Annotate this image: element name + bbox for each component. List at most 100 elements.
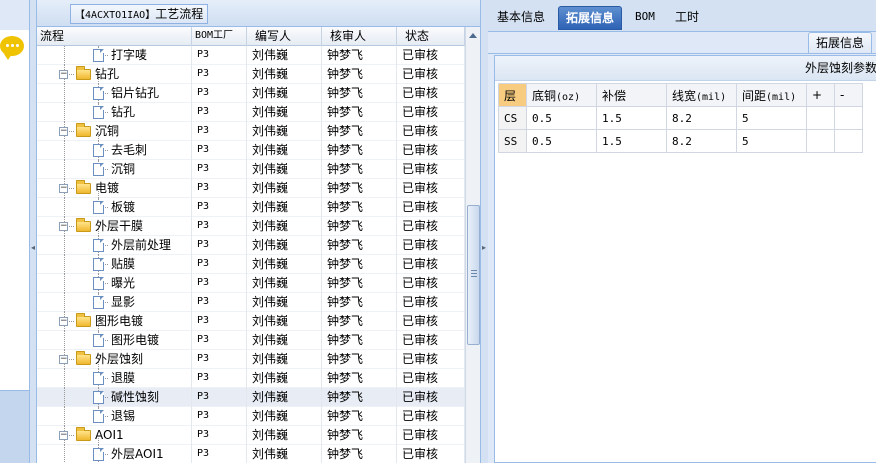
tree-node-label[interactable]: 钻孔 xyxy=(95,65,119,84)
tree-node-label[interactable]: 铝片钻孔 xyxy=(111,84,159,103)
cell-base-copper[interactable]: 0.5 xyxy=(526,106,597,130)
right-splitter[interactable]: ▸ xyxy=(480,0,488,463)
tree-node-cell[interactable]: 退锡 xyxy=(37,407,192,426)
tab-basic-info[interactable]: 基本信息 xyxy=(490,6,552,30)
cell-line-width[interactable]: 8.2 xyxy=(666,106,737,130)
collapse-toggle-icon[interactable]: − xyxy=(59,222,68,231)
tree-node-cell[interactable]: 碱性蚀刻 xyxy=(37,388,192,407)
cell-compensation[interactable]: 1.5 xyxy=(596,129,667,153)
vertical-scrollbar[interactable] xyxy=(465,27,481,463)
tree-node-label[interactable]: 外层AOI1 xyxy=(111,445,164,463)
collapse-toggle-icon[interactable]: − xyxy=(59,70,68,79)
tree-row[interactable]: − 电镀 P3 刘伟巍 钟梦飞 已审核 xyxy=(37,179,465,198)
table-row[interactable]: CS 0.5 1.5 8.2 5 xyxy=(498,106,863,130)
tree-node-label[interactable]: 外层干膜 xyxy=(95,217,143,236)
cell-compensation[interactable]: 1.5 xyxy=(596,106,667,130)
cell-spacing[interactable]: 5 xyxy=(736,106,807,130)
tree-row[interactable]: 外层AOI1 P3 刘伟巍 钟梦飞 已审核 xyxy=(37,445,465,463)
tree-row[interactable]: − 图形电镀 P3 刘伟巍 钟梦飞 已审核 xyxy=(37,312,465,331)
tree-node-label[interactable]: 去毛刺 xyxy=(111,141,147,160)
tree-node-cell[interactable]: − 外层干膜 xyxy=(37,217,192,236)
tree-node-label[interactable]: 退膜 xyxy=(111,369,135,388)
tree-node-label[interactable]: 图形电镀 xyxy=(111,331,159,350)
tree-row[interactable]: 钻孔 P3 刘伟巍 钟梦飞 已审核 xyxy=(37,103,465,122)
collapse-toggle-icon[interactable]: − xyxy=(59,431,68,440)
tree-node-cell[interactable]: − 外层蚀刻 xyxy=(37,350,192,369)
tree-row[interactable]: 板镀 P3 刘伟巍 钟梦飞 已审核 xyxy=(37,198,465,217)
tree-node-cell[interactable]: 打字唛 xyxy=(37,46,192,65)
tree-node-cell[interactable]: 图形电镀 xyxy=(37,331,192,350)
tree-row[interactable]: − 钻孔 P3 刘伟巍 钟梦飞 已审核 xyxy=(37,65,465,84)
tree-node-cell[interactable]: 去毛刺 xyxy=(37,141,192,160)
tree-row[interactable]: 碱性蚀刻 P3 刘伟巍 钟梦飞 已审核 xyxy=(37,388,465,407)
tree-row[interactable]: 铝片钻孔 P3 刘伟巍 钟梦飞 已审核 xyxy=(37,84,465,103)
tree-node-label[interactable]: 碱性蚀刻 xyxy=(111,388,159,407)
column-header-reviewer[interactable]: 核审人 xyxy=(322,27,397,46)
tree-row[interactable]: 曝光 P3 刘伟巍 钟梦飞 已审核 xyxy=(37,274,465,293)
tree-node-cell[interactable]: 外层前处理 xyxy=(37,236,192,255)
cell-base-copper[interactable]: 0.5 xyxy=(526,129,597,153)
cell-layer[interactable]: CS xyxy=(498,106,527,130)
cell-line-width[interactable]: 8.2 xyxy=(666,129,737,153)
tree-node-cell[interactable]: − AOI1 xyxy=(37,426,192,445)
tree-node-label[interactable]: 曝光 xyxy=(111,274,135,293)
tree-node-label[interactable]: 退锡 xyxy=(111,407,135,426)
tree-node-cell[interactable]: 退膜 xyxy=(37,369,192,388)
tree-node-cell[interactable]: − 图形电镀 xyxy=(37,312,192,331)
tree-node-label[interactable]: AOI1 xyxy=(95,426,124,445)
tree-node-label[interactable]: 电镀 xyxy=(95,179,119,198)
tree-row[interactable]: 图形电镀 P3 刘伟巍 钟梦飞 已审核 xyxy=(37,331,465,350)
tree-row[interactable]: 打字唛 P3 刘伟巍 钟梦飞 已审核 xyxy=(37,46,465,65)
tree-node-label[interactable]: 外层蚀刻 xyxy=(95,350,143,369)
tab-extended-info[interactable]: 拓展信息 xyxy=(558,6,623,30)
tree-node-label[interactable]: 板镀 xyxy=(111,198,135,217)
tree-row[interactable]: 沉铜 P3 刘伟巍 钟梦飞 已审核 xyxy=(37,160,465,179)
tree-node-cell[interactable]: 外层AOI1 xyxy=(37,445,192,463)
column-header-bom[interactable]: BOM工厂 xyxy=(192,27,247,46)
cell-layer[interactable]: SS xyxy=(498,129,527,153)
tree-row[interactable]: 退膜 P3 刘伟巍 钟梦飞 已审核 xyxy=(37,369,465,388)
add-column-button[interactable]: + xyxy=(806,83,835,107)
tree-row[interactable]: − 外层蚀刻 P3 刘伟巍 钟梦飞 已审核 xyxy=(37,350,465,369)
scrollbar-thumb[interactable] xyxy=(467,205,480,345)
tree-node-cell[interactable]: 铝片钻孔 xyxy=(37,84,192,103)
tree-node-cell[interactable]: 钻孔 xyxy=(37,103,192,122)
tree-row[interactable]: 退锡 P3 刘伟巍 钟梦飞 已审核 xyxy=(37,407,465,426)
column-header-flow[interactable]: 流程 xyxy=(37,27,192,46)
chat-bubble-icon[interactable] xyxy=(0,36,24,60)
collapse-toggle-icon[interactable]: − xyxy=(59,184,68,193)
collapse-toggle-icon[interactable]: − xyxy=(59,355,68,364)
tree-row[interactable]: − 沉铜 P3 刘伟巍 钟梦飞 已审核 xyxy=(37,122,465,141)
tree-node-label[interactable]: 外层前处理 xyxy=(111,236,171,255)
tree-row[interactable]: 外层前处理 P3 刘伟巍 钟梦飞 已审核 xyxy=(37,236,465,255)
tree-node-cell[interactable]: 显影 xyxy=(37,293,192,312)
tree-node-cell[interactable]: − 电镀 xyxy=(37,179,192,198)
column-header-status[interactable]: 状态 xyxy=(397,27,465,46)
tree-node-label[interactable]: 图形电镀 xyxy=(95,312,143,331)
tree-node-cell[interactable]: 沉铜 xyxy=(37,160,192,179)
tree-node-label[interactable]: 钻孔 xyxy=(111,103,135,122)
tree-node-cell[interactable]: 曝光 xyxy=(37,274,192,293)
tree-node-label[interactable]: 贴膜 xyxy=(111,255,135,274)
tree-row[interactable]: 贴膜 P3 刘伟巍 钟梦飞 已审核 xyxy=(37,255,465,274)
tree-node-label[interactable]: 显影 xyxy=(111,293,135,312)
subtab-extended-info[interactable]: 拓展信息 xyxy=(808,32,872,53)
tree-node-cell[interactable]: 贴膜 xyxy=(37,255,192,274)
table-row[interactable]: SS 0.5 1.5 8.2 5 xyxy=(498,129,863,153)
column-header-writer[interactable]: 编写人 xyxy=(247,27,322,46)
tree-node-cell[interactable]: − 沉铜 xyxy=(37,122,192,141)
tree-node-cell[interactable]: − 钻孔 xyxy=(37,65,192,84)
collapse-toggle-icon[interactable]: − xyxy=(59,317,68,326)
remove-column-button[interactable]: - xyxy=(834,83,863,107)
cell-spacing[interactable]: 5 xyxy=(736,129,807,153)
tree-node-cell[interactable]: 板镀 xyxy=(37,198,192,217)
tree-row[interactable]: − AOI1 P3 刘伟巍 钟梦飞 已审核 xyxy=(37,426,465,445)
tree-row[interactable]: 显影 P3 刘伟巍 钟梦飞 已审核 xyxy=(37,293,465,312)
tree-row[interactable]: − 外层干膜 P3 刘伟巍 钟梦飞 已审核 xyxy=(37,217,465,236)
tab-work-hours[interactable]: 工时 xyxy=(668,6,706,30)
tree-node-label[interactable]: 沉铜 xyxy=(111,160,135,179)
tree-node-label[interactable]: 打字唛 xyxy=(111,46,147,65)
tree-node-label[interactable]: 沉铜 xyxy=(95,122,119,141)
tab-bom[interactable]: BOM xyxy=(628,6,662,30)
scroll-up-icon[interactable] xyxy=(469,33,477,38)
